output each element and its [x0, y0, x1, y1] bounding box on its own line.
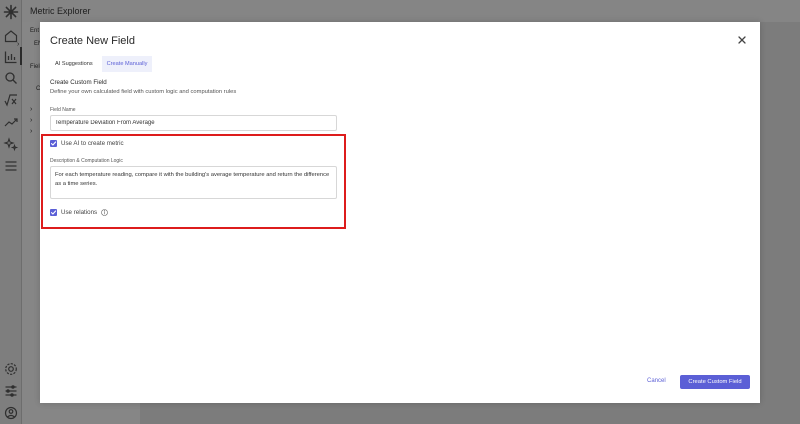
section-subtitle: Define your own calculated field with cu… — [50, 89, 237, 95]
settings-icon[interactable] — [3, 361, 19, 377]
create-custom-field-button[interactable]: Create Custom Field — [680, 375, 750, 389]
user-icon[interactable] — [3, 405, 19, 421]
mode-tabs: AI Suggestions Create Manually — [50, 56, 153, 72]
chevron-right-icon: › — [30, 128, 33, 135]
bg-panel-text: Ent — [30, 28, 40, 34]
field-name-input[interactable] — [50, 115, 337, 131]
info-icon[interactable] — [101, 209, 108, 216]
sparkle-icon[interactable] — [3, 136, 19, 152]
close-icon[interactable] — [735, 33, 749, 47]
use-ai-label: Use AI to create metric — [61, 140, 124, 147]
cancel-button[interactable]: Cancel — [647, 378, 666, 384]
app-nav-rail — [0, 0, 22, 424]
chevron-right-icon: › — [30, 106, 33, 113]
use-ai-checkbox[interactable] — [50, 140, 57, 147]
trend-icon[interactable] — [3, 114, 19, 130]
app-title: Metric Explorer — [30, 6, 91, 16]
use-relations-checkbox[interactable] — [50, 209, 57, 216]
description-label: Description & Computation Logic — [50, 158, 123, 164]
create-field-modal: Create New Field AI Suggestions Create M… — [40, 22, 760, 403]
logo-icon — [3, 4, 19, 20]
search-icon[interactable] — [3, 70, 19, 86]
use-relations-label: Use relations — [61, 209, 98, 216]
chevron-right-icon: › — [30, 117, 33, 124]
section-title: Create Custom Field — [50, 79, 107, 86]
field-name-label: Field Name — [50, 107, 76, 113]
tab-ai-suggestions[interactable]: AI Suggestions — [50, 56, 98, 72]
modal-title: Create New Field — [50, 35, 135, 47]
tab-create-manually[interactable]: Create Manually — [101, 56, 153, 72]
sliders-icon[interactable] — [3, 383, 19, 399]
chevron-right-icon: › — [17, 41, 20, 48]
app-header — [22, 0, 800, 22]
description-textarea[interactable]: For each temperature reading, compare it… — [50, 166, 337, 199]
list-icon[interactable] — [3, 158, 19, 174]
chart-icon[interactable] — [3, 49, 19, 65]
function-icon[interactable] — [3, 92, 19, 108]
